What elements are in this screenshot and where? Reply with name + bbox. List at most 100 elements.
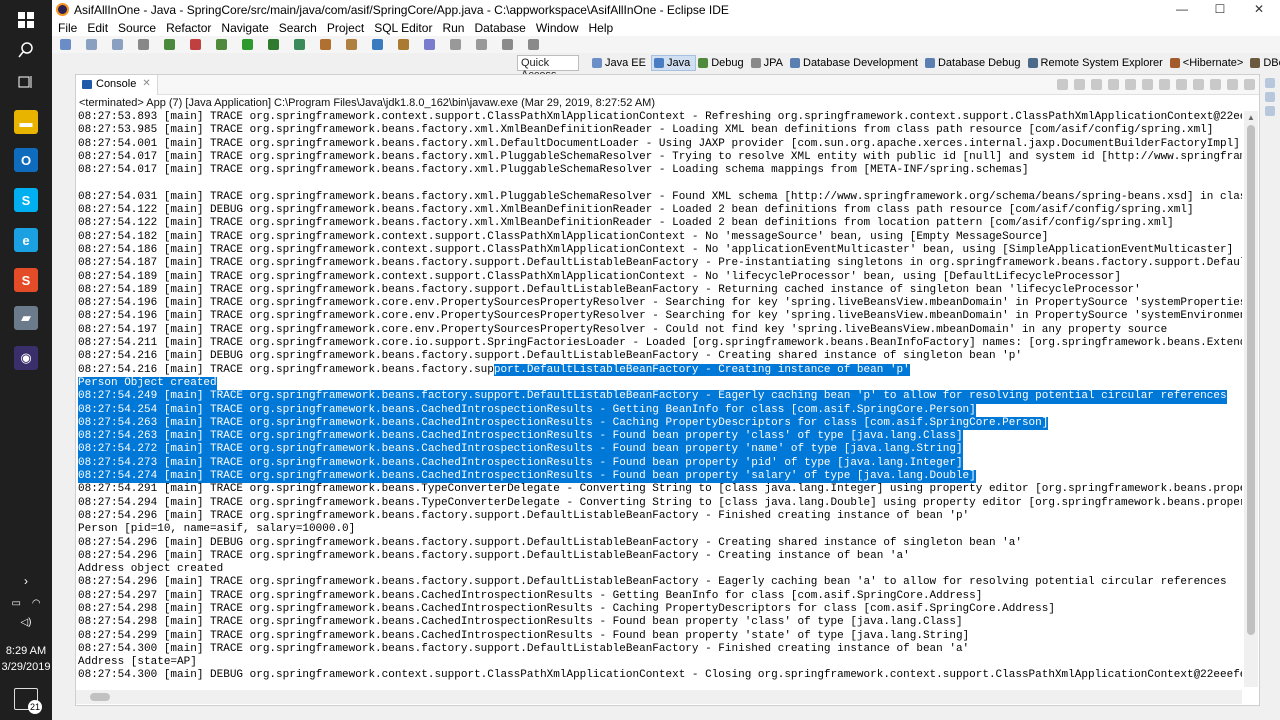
taskbar-overflow-button[interactable]: › xyxy=(0,566,52,596)
clear-console-icon[interactable] xyxy=(1108,79,1119,90)
pin-console-icon[interactable] xyxy=(1159,79,1170,90)
remove-all-icon[interactable] xyxy=(1091,79,1102,90)
menu-search[interactable]: Search xyxy=(273,19,321,36)
perspective-hibernate[interactable]: <Hibernate> xyxy=(1168,55,1249,71)
scroll-lock-icon[interactable] xyxy=(1125,79,1136,90)
perspective-java-ee[interactable]: Java EE xyxy=(590,55,651,71)
close-button[interactable]: ✕ xyxy=(1240,0,1278,19)
run-external-icon[interactable] xyxy=(268,39,279,50)
display-console-icon[interactable] xyxy=(1176,79,1187,90)
outline-icon[interactable] xyxy=(1265,92,1275,102)
menu-window[interactable]: Window xyxy=(530,19,583,36)
console-line: 08:27:54.296 [main] DEBUG org.springfram… xyxy=(78,536,1022,549)
perspective-database-development[interactable]: Database Development xyxy=(788,55,923,71)
new-server-icon[interactable] xyxy=(164,39,175,50)
console-line: 08:27:53.985 [main] TRACE org.springfram… xyxy=(78,124,1214,137)
stop-icon[interactable] xyxy=(1057,79,1068,90)
minimize-button[interactable]: — xyxy=(1163,0,1201,19)
perspective-dbeaver[interactable]: DBeaver xyxy=(1248,55,1280,71)
taskbar-sublime-icon[interactable]: S xyxy=(14,268,38,292)
horizontal-scrollbar[interactable] xyxy=(76,690,1242,704)
next-annotation-icon[interactable] xyxy=(450,39,461,50)
console-line: 08:27:54.297 [main] TRACE org.springfram… xyxy=(78,589,983,602)
taskbar-skype-icon[interactable]: S xyxy=(14,188,38,212)
debug-icon[interactable] xyxy=(216,39,227,50)
maximize-button[interactable]: ☐ xyxy=(1201,0,1239,19)
perspective-java[interactable]: Java xyxy=(650,55,697,71)
maximize-view-icon[interactable] xyxy=(1244,79,1255,90)
task-list-icon[interactable] xyxy=(1265,106,1275,116)
console-line: 08:27:54.216 [main] DEBUG org.springfram… xyxy=(78,350,1022,363)
taskbar-outlook-icon[interactable]: O xyxy=(14,148,38,172)
perspective-label: JPA xyxy=(763,57,783,69)
perspective-jpa[interactable]: JPA xyxy=(749,55,788,71)
perspective-icon xyxy=(1250,58,1261,68)
save-icon[interactable] xyxy=(86,39,97,50)
menu-file[interactable]: File xyxy=(52,19,81,36)
remove-launch-icon[interactable] xyxy=(1074,79,1085,90)
menu-sql-editor[interactable]: SQL Editor xyxy=(368,19,436,36)
word-wrap-icon[interactable] xyxy=(1142,79,1153,90)
coverage-icon[interactable] xyxy=(294,39,305,50)
console-line: 08:27:53.893 [main] TRACE org.springfram… xyxy=(78,111,1242,123)
menu-source[interactable]: Source xyxy=(112,19,160,36)
taskbar-file-explorer-icon[interactable]: ▬ xyxy=(14,110,38,134)
open-console-icon[interactable] xyxy=(1193,79,1204,90)
vertical-scrollbar[interactable]: ▲ xyxy=(1244,111,1258,687)
taskbar-app-6-icon[interactable]: ▰ xyxy=(14,306,38,330)
quick-access-input[interactable]: Quick Access xyxy=(517,55,579,81)
wifi-icon[interactable]: ◠ xyxy=(32,598,41,609)
menu-navigate[interactable]: Navigate xyxy=(215,19,272,36)
console-line: 08:27:54.300 [main] TRACE org.springfram… xyxy=(78,642,970,655)
restore-icon[interactable] xyxy=(1265,78,1275,88)
perspective-icon xyxy=(698,58,709,68)
prev-annotation-icon[interactable] xyxy=(476,39,487,50)
perspective-debug[interactable]: Debug xyxy=(696,55,748,71)
console-line: 08:27:54.031 [main] TRACE org.springfram… xyxy=(78,190,1242,203)
console-output[interactable]: 08:27:53.893 [main] TRACE org.springfram… xyxy=(78,111,1242,687)
perspective-icon xyxy=(1027,58,1038,68)
taskbar-eclipse-icon[interactable]: ◉ xyxy=(14,346,38,370)
horizontal-scroll-thumb[interactable] xyxy=(90,693,110,701)
search-icon[interactable] xyxy=(424,39,435,50)
new-icon[interactable] xyxy=(60,39,71,50)
tray-icons: ▭ ◠ xyxy=(0,598,52,609)
new-class-icon[interactable] xyxy=(372,39,383,50)
open-type-icon[interactable] xyxy=(398,39,409,50)
vertical-scroll-thumb[interactable] xyxy=(1247,125,1255,635)
save-all-icon[interactable] xyxy=(112,39,123,50)
menu-help[interactable]: Help xyxy=(583,19,618,36)
tab-console[interactable]: Console ✕ xyxy=(76,75,158,95)
run-icon[interactable] xyxy=(242,39,253,50)
new-java-project-icon[interactable] xyxy=(320,39,331,50)
perspective-remote-system-explorer[interactable]: Remote System Explorer xyxy=(1026,55,1168,71)
menu-project[interactable]: Project xyxy=(321,19,368,36)
taskbar-clock[interactable]: 8:29 AM 3/29/2019 xyxy=(0,643,52,675)
console-line: 08:27:54.196 [main] TRACE org.springfram… xyxy=(78,310,1242,323)
close-icon[interactable]: ✕ xyxy=(142,78,150,89)
task-view-button[interactable] xyxy=(0,62,52,102)
console-line-selected: 08:27:54.249 [main] TRACE org.springfram… xyxy=(78,390,1227,404)
view-menu-icon[interactable] xyxy=(1210,79,1221,90)
menu-run[interactable]: Run xyxy=(436,19,468,36)
battery-icon[interactable]: ▭ xyxy=(11,598,20,609)
console-line-selected: 08:27:54.263 [main] TRACE org.springfram… xyxy=(78,416,1049,431)
menu-edit[interactable]: Edit xyxy=(81,19,112,36)
back-icon[interactable] xyxy=(502,39,513,50)
scroll-up-icon[interactable]: ▲ xyxy=(1247,113,1255,122)
menu-database[interactable]: Database xyxy=(468,19,529,36)
new-package-icon[interactable] xyxy=(346,39,357,50)
perspective-database-debug[interactable]: Database Debug xyxy=(923,55,1026,71)
notification-center-button[interactable]: 21 xyxy=(14,688,42,714)
console-line: 08:27:54.300 [main] DEBUG org.springfram… xyxy=(78,669,1242,682)
minimize-view-icon[interactable] xyxy=(1227,79,1238,90)
console-process-label: <terminated> App (7) [Java Application] … xyxy=(79,97,655,109)
forward-icon[interactable] xyxy=(528,39,539,50)
taskbar-internet-explorer-icon[interactable]: e xyxy=(14,228,38,252)
perspective-icon xyxy=(750,58,761,68)
print-icon[interactable] xyxy=(138,39,149,50)
console-line: 08:27:54.189 [main] TRACE org.springfram… xyxy=(78,283,1141,296)
volume-icon[interactable]: ◁) xyxy=(0,617,52,628)
skip-breakpoints-icon[interactable] xyxy=(190,39,201,50)
menu-refactor[interactable]: Refactor xyxy=(160,19,215,36)
